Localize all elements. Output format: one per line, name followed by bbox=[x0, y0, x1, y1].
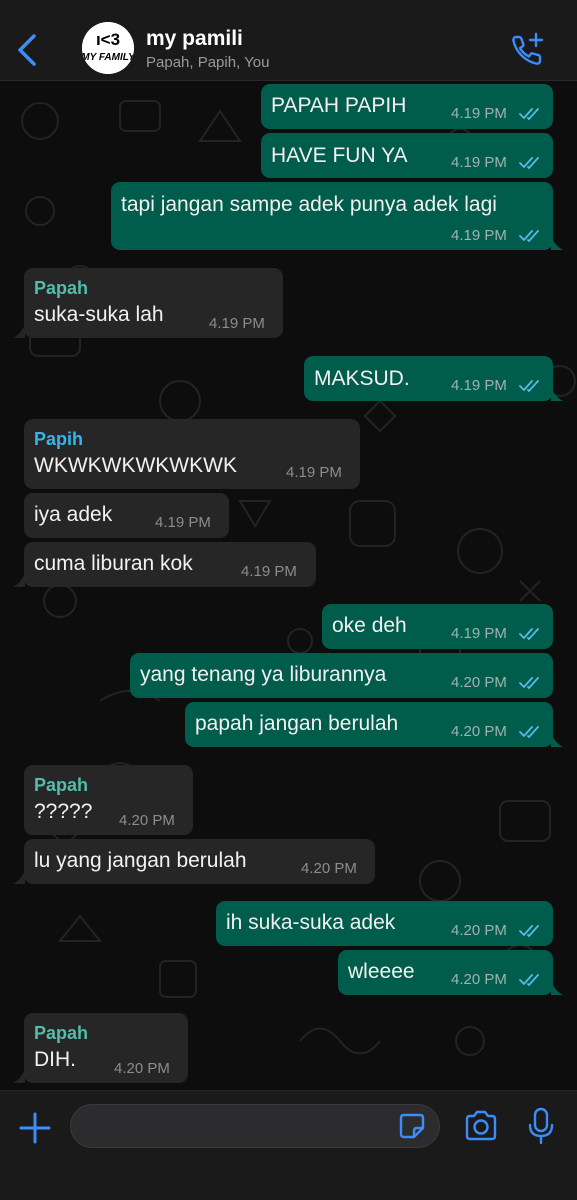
message-text: WKWKWKWKWKWK bbox=[34, 454, 237, 477]
read-receipt-icon bbox=[519, 108, 539, 121]
chat-participants[interactable]: Papah, Papih, You bbox=[146, 54, 269, 71]
sender-name: Papah bbox=[34, 775, 89, 795]
incoming-message[interactable]: cuma liburan kok 4.19 PM bbox=[24, 542, 316, 587]
read-receipt-icon bbox=[519, 974, 539, 987]
chat-title[interactable]: my pamili bbox=[146, 27, 243, 51]
read-receipt-icon bbox=[519, 726, 539, 739]
message-text: papah jangan berulah bbox=[195, 712, 399, 735]
sticker-icon[interactable] bbox=[398, 1112, 426, 1140]
read-receipt-icon bbox=[519, 380, 539, 393]
bubble-tail bbox=[13, 324, 25, 338]
group-avatar[interactable]: ı<3 MY FAMILY bbox=[82, 22, 134, 74]
message-text: suka-suka lah bbox=[34, 303, 164, 326]
bubble-tail bbox=[13, 870, 25, 884]
back-chevron-icon[interactable] bbox=[14, 30, 40, 70]
incoming-message[interactable]: Papih WKWKWKWKWKWK 4.19 PM bbox=[24, 419, 360, 489]
outgoing-message[interactable]: tapi jangan sampe adek punya adek lagi 4… bbox=[111, 182, 553, 250]
outgoing-message[interactable]: yang tenang ya liburannya 4.20 PM bbox=[130, 653, 553, 698]
group-avatar-image: ı<3 MY FAMILY bbox=[82, 22, 134, 74]
outgoing-message[interactable]: HAVE FUN YA 4.19 PM bbox=[261, 133, 553, 178]
message-text: tapi jangan sampe adek punya adek lagi bbox=[121, 193, 497, 216]
message-text: iya adek bbox=[34, 503, 113, 526]
read-receipt-icon bbox=[519, 157, 539, 170]
outgoing-message[interactable]: wleeee 4.20 PM bbox=[338, 950, 553, 995]
message-text: DIH. bbox=[34, 1048, 76, 1071]
sender-name: Papah bbox=[34, 278, 89, 298]
read-receipt-icon bbox=[519, 925, 539, 938]
incoming-message[interactable]: Papah DIH. 4.20 PM bbox=[24, 1013, 188, 1083]
message-time: 4.19 PM bbox=[451, 154, 507, 171]
message-text: cuma liburan kok bbox=[34, 552, 193, 575]
message-text: lu yang jangan berulah bbox=[34, 849, 247, 872]
message-time: 4.20 PM bbox=[451, 674, 507, 691]
message-text: oke deh bbox=[332, 614, 407, 637]
microphone-icon[interactable] bbox=[526, 1107, 556, 1145]
message-text: ????? bbox=[34, 800, 93, 823]
add-call-icon[interactable] bbox=[510, 32, 546, 68]
message-text: wleeee bbox=[348, 960, 415, 983]
outgoing-message[interactable]: ih suka-suka adek 4.20 PM bbox=[216, 901, 553, 946]
incoming-message[interactable]: iya adek 4.19 PM bbox=[24, 493, 229, 538]
camera-icon[interactable] bbox=[463, 1109, 499, 1143]
message-time: 4.20 PM bbox=[451, 922, 507, 939]
bubble-tail bbox=[551, 236, 563, 250]
bubble-tail bbox=[551, 387, 563, 401]
message-time: 4.19 PM bbox=[451, 227, 507, 244]
message-text: HAVE FUN YA bbox=[271, 144, 408, 167]
message-composer bbox=[0, 1090, 577, 1200]
message-time: 4.20 PM bbox=[114, 1060, 170, 1077]
chat-header: ı<3 MY FAMILY my pamili Papah, Papih, Yo… bbox=[0, 0, 577, 81]
read-receipt-icon bbox=[519, 230, 539, 243]
read-receipt-icon bbox=[519, 677, 539, 690]
message-time: 4.19 PM bbox=[451, 105, 507, 122]
message-time: 4.20 PM bbox=[119, 812, 175, 829]
bubble-tail bbox=[551, 733, 563, 747]
incoming-message[interactable]: Papah suka-suka lah 4.19 PM bbox=[24, 268, 283, 338]
message-time: 4.19 PM bbox=[286, 464, 342, 481]
message-list[interactable]: PAPAH PAPIH 4.19 PM HAVE FUN YA 4.19 PM … bbox=[0, 81, 577, 1090]
sender-name: Papih bbox=[34, 429, 84, 449]
incoming-message[interactable]: lu yang jangan berulah 4.20 PM bbox=[24, 839, 375, 884]
avatar-text-top: ı<3 bbox=[96, 30, 120, 49]
outgoing-message[interactable]: oke deh 4.19 PM bbox=[322, 604, 553, 649]
message-text: yang tenang ya liburannya bbox=[140, 663, 387, 686]
message-time: 4.19 PM bbox=[209, 315, 265, 332]
bubble-tail bbox=[13, 1069, 25, 1083]
message-input[interactable] bbox=[70, 1104, 440, 1148]
message-time: 4.20 PM bbox=[451, 971, 507, 988]
outgoing-message[interactable]: MAKSUD. 4.19 PM bbox=[304, 356, 553, 401]
message-time: 4.19 PM bbox=[451, 377, 507, 394]
message-time: 4.20 PM bbox=[301, 860, 357, 877]
message-text: PAPAH PAPIH bbox=[271, 94, 407, 117]
message-text: MAKSUD. bbox=[314, 367, 410, 390]
outgoing-message[interactable]: PAPAH PAPIH 4.19 PM bbox=[261, 84, 553, 129]
incoming-message[interactable]: Papah ????? 4.20 PM bbox=[24, 765, 193, 835]
message-text: ih suka-suka adek bbox=[226, 911, 396, 934]
read-receipt-icon bbox=[519, 628, 539, 641]
bubble-tail bbox=[551, 981, 563, 995]
message-time: 4.19 PM bbox=[451, 625, 507, 642]
message-time: 4.20 PM bbox=[451, 723, 507, 740]
attach-plus-icon[interactable] bbox=[18, 1111, 52, 1145]
outgoing-message[interactable]: papah jangan berulah 4.20 PM bbox=[185, 702, 553, 747]
message-time: 4.19 PM bbox=[155, 514, 211, 531]
bubble-tail bbox=[13, 573, 25, 587]
avatar-text-bottom: MY FAMILY bbox=[82, 52, 134, 63]
sender-name: Papah bbox=[34, 1023, 89, 1043]
message-time: 4.19 PM bbox=[241, 563, 297, 580]
